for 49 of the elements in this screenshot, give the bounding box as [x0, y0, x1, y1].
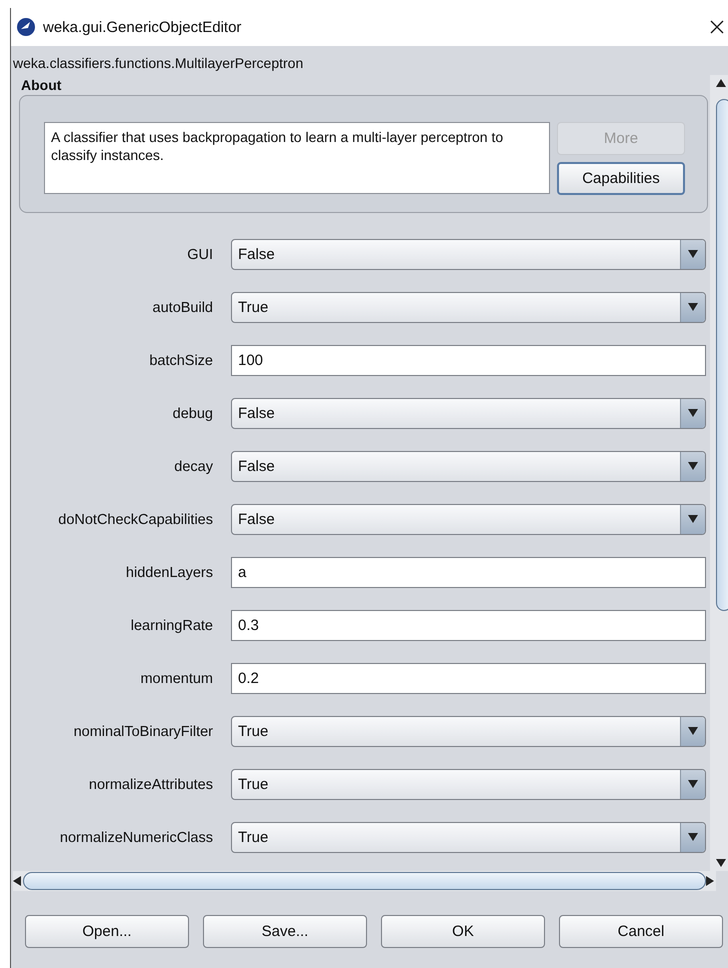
property-label: debug	[172, 406, 213, 422]
dropdown-arrow-icon[interactable]	[688, 408, 698, 418]
horizontal-scrollbar[interactable]	[13, 871, 716, 891]
scroll-up-icon[interactable]	[716, 79, 726, 89]
dropdown-arrow-icon[interactable]	[688, 514, 698, 524]
text-field[interactable]: 100	[231, 345, 706, 376]
property-label: normalizeNumericClass	[58, 830, 213, 846]
dropdown[interactable]: False	[231, 398, 706, 429]
dropdown-arrow-icon[interactable]	[688, 726, 698, 736]
text-field[interactable]: 0.3	[231, 610, 706, 641]
property-label: normalizeAttributes	[88, 776, 213, 792]
description-text: A classifier that uses backpropagation to learn a multi-layer perceptron to classify instances.	[44, 122, 550, 194]
dialog-button[interactable]: Cancel	[559, 915, 723, 948]
text-field[interactable]: a	[231, 557, 706, 588]
dropdown-arrow-icon[interactable]	[688, 250, 698, 260]
property-label: autoBuild	[152, 300, 213, 316]
scroll-down-icon[interactable]	[716, 859, 726, 869]
dropdown[interactable]: True	[231, 292, 706, 323]
property-label: decay	[173, 458, 213, 474]
property-label: hiddenLayers	[124, 564, 213, 580]
dropdown-arrow-icon[interactable]	[688, 462, 698, 472]
scroll-right-icon[interactable]	[706, 876, 716, 886]
close-icon[interactable]	[710, 20, 724, 34]
dropdown-arrow-icon[interactable]	[688, 302, 698, 312]
dropdown-arrow-icon[interactable]	[688, 832, 698, 842]
capabilities-button[interactable]: Capabilities	[557, 162, 685, 195]
dropdown[interactable]: True	[231, 716, 706, 747]
about-heading: About	[20, 76, 62, 95]
class-name: weka.classifiers.functions.MultilayerPerceptron	[12, 54, 304, 73]
dropdown[interactable]: False	[231, 239, 706, 270]
property-label: batchSize	[148, 352, 213, 368]
vertical-scrollbar[interactable]	[710, 75, 728, 871]
dropdown[interactable]: False	[231, 504, 706, 535]
text-field[interactable]: 0.2	[231, 663, 706, 694]
property-label: learningRate	[130, 618, 213, 634]
dropdown[interactable]: True	[231, 769, 706, 800]
property-label: momentum	[139, 670, 213, 686]
dialog-button[interactable]: OK	[381, 915, 545, 948]
property-label: doNotCheckCapabilities	[57, 512, 213, 528]
window-title: weka.gui.GenericObjectEditor	[43, 18, 242, 36]
dialog-button[interactable]: Save...	[203, 915, 367, 948]
property-label: GUI	[186, 246, 213, 262]
dialog-button[interactable]: Open...	[25, 915, 189, 948]
dropdown[interactable]: False	[231, 451, 706, 482]
property-label: nominalToBinaryFilter	[72, 724, 213, 740]
dropdown[interactable]: True	[231, 822, 706, 853]
dropdown-arrow-icon[interactable]	[688, 780, 698, 790]
bird-logo-icon	[17, 18, 35, 36]
scroll-left-icon[interactable]	[13, 876, 23, 886]
